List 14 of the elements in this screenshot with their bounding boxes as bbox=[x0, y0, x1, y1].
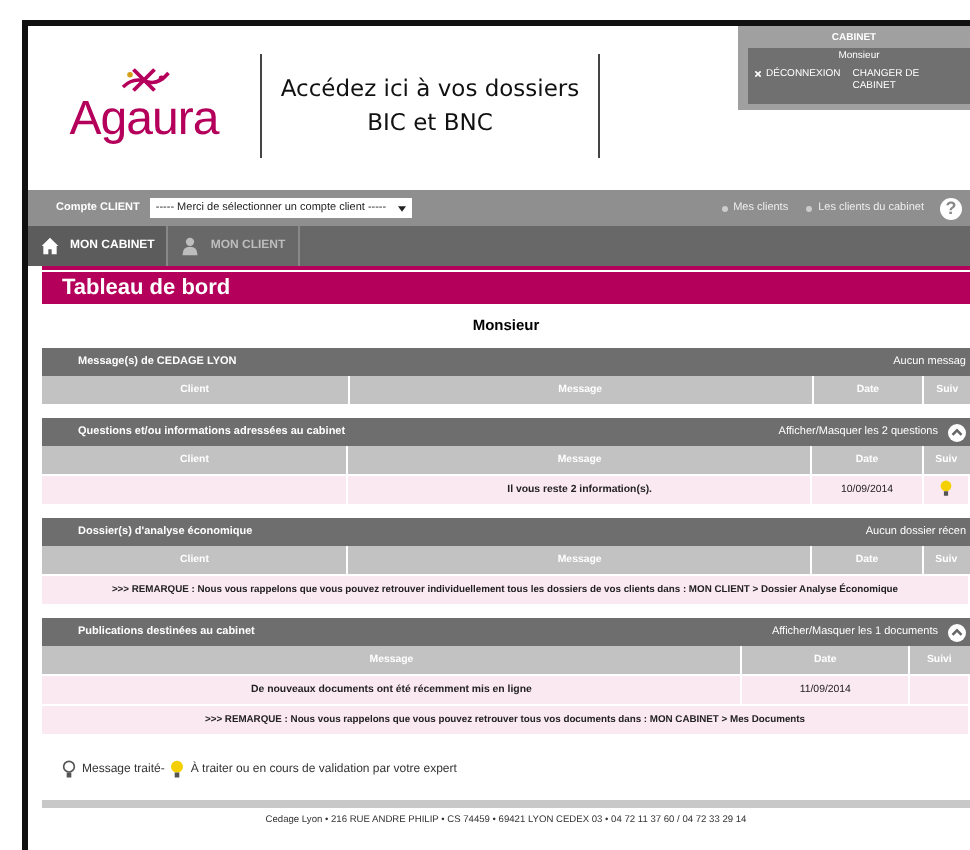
header-title: BIC et BNC bbox=[365, 106, 495, 140]
collapse-icon[interactable] bbox=[948, 423, 966, 441]
person-icon bbox=[180, 236, 201, 256]
house-icon bbox=[40, 236, 60, 256]
help-button[interactable]: ? bbox=[940, 197, 962, 219]
logo-wordmark: Agaura bbox=[69, 94, 219, 146]
close-icon[interactable] bbox=[754, 70, 762, 78]
dropdown-arrow-icon[interactable] bbox=[398, 205, 407, 211]
page-title: Tableau de bord bbox=[42, 272, 970, 304]
lightbulb-icon bbox=[170, 760, 185, 780]
header-title: Accédez ici à vos dossiers bbox=[278, 72, 582, 106]
lightbulb-outline-icon bbox=[62, 760, 76, 780]
collapse-icon[interactable] bbox=[948, 623, 966, 641]
lightbulb-icon bbox=[939, 479, 952, 497]
